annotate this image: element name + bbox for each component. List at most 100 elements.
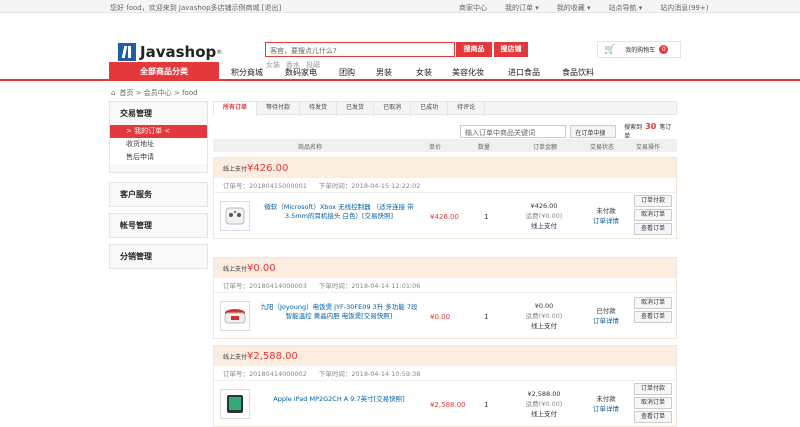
logo-mark-icon [118, 43, 136, 61]
order-search-button[interactable]: 在订单中搜索 [570, 124, 617, 146]
tab-to-ship[interactable]: 待发货 [300, 102, 338, 116]
breadcrumb-text[interactable]: 首页 > 会员中心 > food [119, 88, 197, 98]
order-header: 线上支付 ¥426.00 [214, 158, 676, 178]
sidebar-item-after-sale[interactable]: 售后申请 [110, 151, 207, 164]
col-status: 交易状态 [590, 144, 615, 151]
col-price: 单价 [429, 144, 442, 151]
view-order-button[interactable]: 查看订单 [634, 411, 672, 423]
sidebar-group-service: 客户服务 [109, 182, 208, 207]
top-links: 商家中心 我的订单 ▾ 我的收藏 ▾ 站点导航 ▾ 站内消息(99+) [459, 3, 708, 13]
header: Javashop ® 客官，要搜点儿什么? 搜商品 搜店铺 女装 香水 投磁 🛒 … [0, 13, 800, 69]
product-thumbnail[interactable] [220, 301, 250, 331]
tablet-image-icon [227, 395, 243, 413]
tab-to-review[interactable]: 待评论 [448, 102, 486, 116]
total-amount: ¥2,588.00 [527, 390, 561, 398]
nav-item[interactable]: 食品饮料 [562, 67, 594, 78]
count-number: 30 [645, 122, 657, 131]
order-detail-link[interactable]: 订单详情 [586, 216, 626, 226]
cart-button[interactable]: 🛒 我的购物车 0 [597, 41, 681, 58]
messages-link[interactable]: 站内消息(99+) [660, 3, 708, 13]
order-total: ¥2,588.00 运费(¥0.00) 线上支付 [519, 389, 569, 419]
search-goods-button[interactable]: 搜商品 [456, 42, 492, 57]
total-amount: ¥426.00 [530, 202, 558, 210]
nav-items: 积分商城 数码家电 团购 男装 女装 美容化妆 进口食品 食品饮料 [231, 67, 594, 78]
order-actions: 订单付款 取消订单 查看订单 [634, 383, 672, 425]
order-time: 下单时间：2018-04-14 11:01:06 [318, 282, 421, 290]
order-number: 订单号：20180414000002 [223, 370, 307, 378]
order-amount: ¥0.00 [247, 262, 276, 274]
order-card: 线上支付 ¥0.00 订单号：20180414000003 下单时间：2018-… [213, 257, 677, 339]
quantity: 1 [484, 401, 489, 409]
order-keyword-input[interactable]: 输入订单中商品关键词 [460, 124, 567, 138]
nav-item[interactable]: 进口食品 [508, 67, 562, 78]
order-detail-link[interactable]: 订单详情 [586, 316, 626, 326]
search-input[interactable]: 客官，要搜点儿什么? [265, 42, 455, 57]
pay-type: 线上支付 [223, 265, 248, 273]
order-total: ¥426.00 运费(¥0.00) 线上支付 [519, 201, 569, 231]
order-tabs: 所有订单 等待付款 待发货 已发货 已取消 已成功 待评论 [213, 101, 677, 116]
sidebar-item-my-orders[interactable]: > 我的订单 < [110, 125, 207, 138]
nav-item[interactable]: 数码家电 [285, 67, 339, 78]
home-icon: ⌂ [111, 89, 116, 97]
tab-all-orders[interactable]: 所有订单 [214, 102, 258, 116]
nav-item[interactable]: 男装 [376, 67, 416, 78]
sidebar-group-account: 帐号管理 [109, 213, 208, 238]
nav-item[interactable]: 积分商城 [231, 67, 285, 78]
search-shop-button[interactable]: 搜店铺 [494, 42, 528, 57]
tab-cancelled[interactable]: 已取消 [374, 102, 412, 116]
order-time: 下单时间：2018-04-15 12:22:02 [318, 182, 421, 190]
cancel-order-button[interactable]: 取消订单 [634, 209, 672, 221]
pay-type: 线上支付 [223, 353, 248, 361]
order-content: 所有订单 等待付款 待发货 已发货 已取消 已成功 待评论 输入订单中商品关键词… [213, 101, 677, 427]
breadcrumb: ⌂ 首页 > 会员中心 > food [111, 88, 198, 98]
cart-label: 我的购物车 [625, 47, 656, 54]
logo-text: Javashop [140, 43, 217, 61]
nav-item[interactable]: 团购 [339, 67, 376, 78]
order-filter: 输入订单中商品关键词 在订单中搜索 搜索到30笔订单 [460, 122, 677, 146]
order-detail-link[interactable]: 订单详情 [586, 404, 626, 414]
order-body: 微软（Microsoft）Xbox 无线控制器 （适牙连接 带3.5mm的耳机接… [214, 193, 676, 238]
logo[interactable]: Javashop ® [118, 43, 222, 61]
sidebar-group-title[interactable]: 帐号管理 [110, 214, 207, 237]
product-name-link[interactable]: 微软（Microsoft）Xbox 无线控制器 （适牙连接 带3.5mm的耳机接… [259, 203, 419, 221]
seller-center-link[interactable]: 商家中心 [459, 3, 487, 13]
sidebar-group-trade: 交易管理 > 我的订单 < 收货地址 售后申请 [109, 101, 208, 173]
order-actions: 取消订单 查看订单 [634, 297, 672, 325]
sidebar-item-address[interactable]: 收货地址 [110, 138, 207, 151]
welcome-text: 您好 food，欢迎来到 Javashop多店铺示例商城 [退出] [110, 4, 282, 12]
all-categories-button[interactable]: 全部商品分类 [109, 62, 219, 81]
view-order-button[interactable]: 查看订单 [634, 311, 672, 323]
main-nav: 全部商品分类 积分商城 数码家电 团购 男装 女装 美容化妆 进口食品 食品饮料 [0, 62, 800, 81]
sidebar-group-title[interactable]: 分销管理 [110, 245, 207, 268]
tab-awaiting-payment[interactable]: 等待付款 [257, 102, 301, 116]
product-thumbnail[interactable] [220, 201, 250, 231]
order-body: 九阳（Joyoung）电饭煲 JYF-30FE09 3升 多功能 7段智能温控 … [214, 293, 676, 338]
product-thumbnail[interactable] [220, 389, 250, 419]
my-orders-link[interactable]: 我的订单 ▾ [505, 3, 539, 13]
order-number: 订单号：20180415000001 [223, 182, 307, 190]
freight: 运费(¥0.00) [525, 212, 563, 220]
quantity: 1 [484, 313, 489, 321]
freight: 运费(¥0.00) [525, 400, 563, 408]
my-favorites-link[interactable]: 我的收藏 ▾ [557, 3, 591, 13]
status-text: 未付款 [596, 207, 616, 215]
cancel-order-button[interactable]: 取消订单 [634, 397, 672, 409]
site-nav-link[interactable]: 站点导航 ▾ [609, 3, 643, 13]
product-name-link[interactable]: Apple iPad MP2G2CH A 9.7英寸[交易快照] [259, 395, 419, 404]
nav-item[interactable]: 女装 [416, 67, 452, 78]
cancel-order-button[interactable]: 取消订单 [634, 297, 672, 309]
order-meta: 订单号：20180415000001 下单时间：2018-04-15 12:22… [214, 178, 676, 193]
order-amount: ¥426.00 [247, 162, 289, 174]
sidebar-group-title[interactable]: 交易管理 [110, 102, 207, 125]
product-name-link[interactable]: 九阳（Joyoung）电饭煲 JYF-30FE09 3升 多功能 7段智能温控 … [259, 303, 419, 321]
view-order-button[interactable]: 查看订单 [634, 223, 672, 235]
nav-item[interactable]: 美容化妆 [452, 67, 508, 78]
unit-price: ¥2,588.00 [430, 401, 466, 409]
tab-completed[interactable]: 已成功 [411, 102, 449, 116]
payment-method: 线上支付 [531, 322, 557, 330]
pay-order-button[interactable]: 订单付款 [634, 383, 672, 395]
pay-order-button[interactable]: 订单付款 [634, 195, 672, 207]
sidebar-group-title[interactable]: 客户服务 [110, 183, 207, 206]
tab-shipped[interactable]: 已发货 [337, 102, 375, 116]
order-status: 未付款 订单详情 [586, 394, 626, 414]
